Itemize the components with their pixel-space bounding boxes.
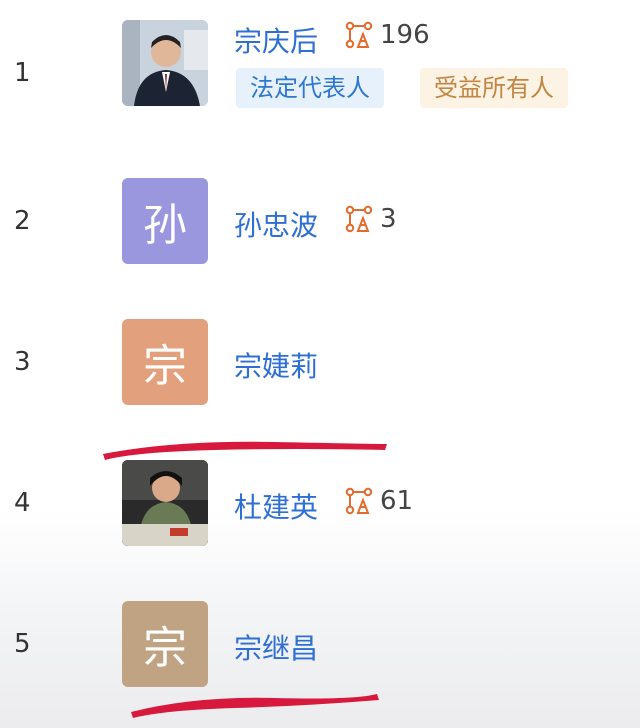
- avatar-initial[interactable]: 宗: [122, 601, 208, 687]
- avatar-photo[interactable]: [122, 460, 208, 546]
- rank-number: 2: [14, 206, 31, 236]
- relation-count-value: 196: [380, 20, 430, 50]
- list-item[interactable]: 4 杜建英 61: [0, 460, 640, 546]
- tag-legal-representative[interactable]: 法定代表人: [236, 68, 384, 108]
- relation-count[interactable]: 61: [344, 486, 413, 516]
- person-name[interactable]: 宗婕莉: [234, 345, 318, 385]
- avatar-initial-char: 宗: [143, 341, 187, 392]
- person-name[interactable]: 宗继昌: [234, 627, 318, 667]
- avatar-initial-char: 宗: [143, 623, 187, 674]
- list-item[interactable]: 1 宗庆后 196 法定代表人 受益所有人: [0, 20, 640, 120]
- rank-number: 5: [14, 629, 31, 659]
- person-name[interactable]: 杜建英: [234, 486, 318, 526]
- person-name[interactable]: 孙忠波: [234, 204, 318, 244]
- avatar-initial[interactable]: 宗: [122, 319, 208, 405]
- relation-company-icon: [345, 487, 373, 515]
- relation-count-value: 3: [380, 204, 397, 234]
- highlight-underline: [131, 694, 379, 718]
- relation-company-icon: [345, 21, 373, 49]
- relation-count[interactable]: 3: [344, 204, 397, 234]
- relation-count[interactable]: 196: [344, 20, 430, 50]
- rank-number: 4: [14, 488, 31, 518]
- person-name[interactable]: 宗庆后: [234, 20, 318, 60]
- list-item[interactable]: 5 宗 宗继昌: [0, 601, 640, 687]
- avatar-initial[interactable]: 孙: [122, 178, 208, 264]
- avatar-initial-char: 孙: [143, 200, 187, 251]
- avatar-photo[interactable]: [122, 20, 208, 106]
- relation-count-value: 61: [380, 486, 414, 516]
- rank-number: 1: [14, 58, 31, 88]
- list-item[interactable]: 3 宗 宗婕莉: [0, 319, 640, 405]
- relation-company-icon: [345, 205, 373, 233]
- tag-beneficial-owner[interactable]: 受益所有人: [420, 68, 568, 108]
- rank-number: 3: [14, 347, 31, 377]
- list-item[interactable]: 2 孙 孙忠波 3: [0, 178, 640, 264]
